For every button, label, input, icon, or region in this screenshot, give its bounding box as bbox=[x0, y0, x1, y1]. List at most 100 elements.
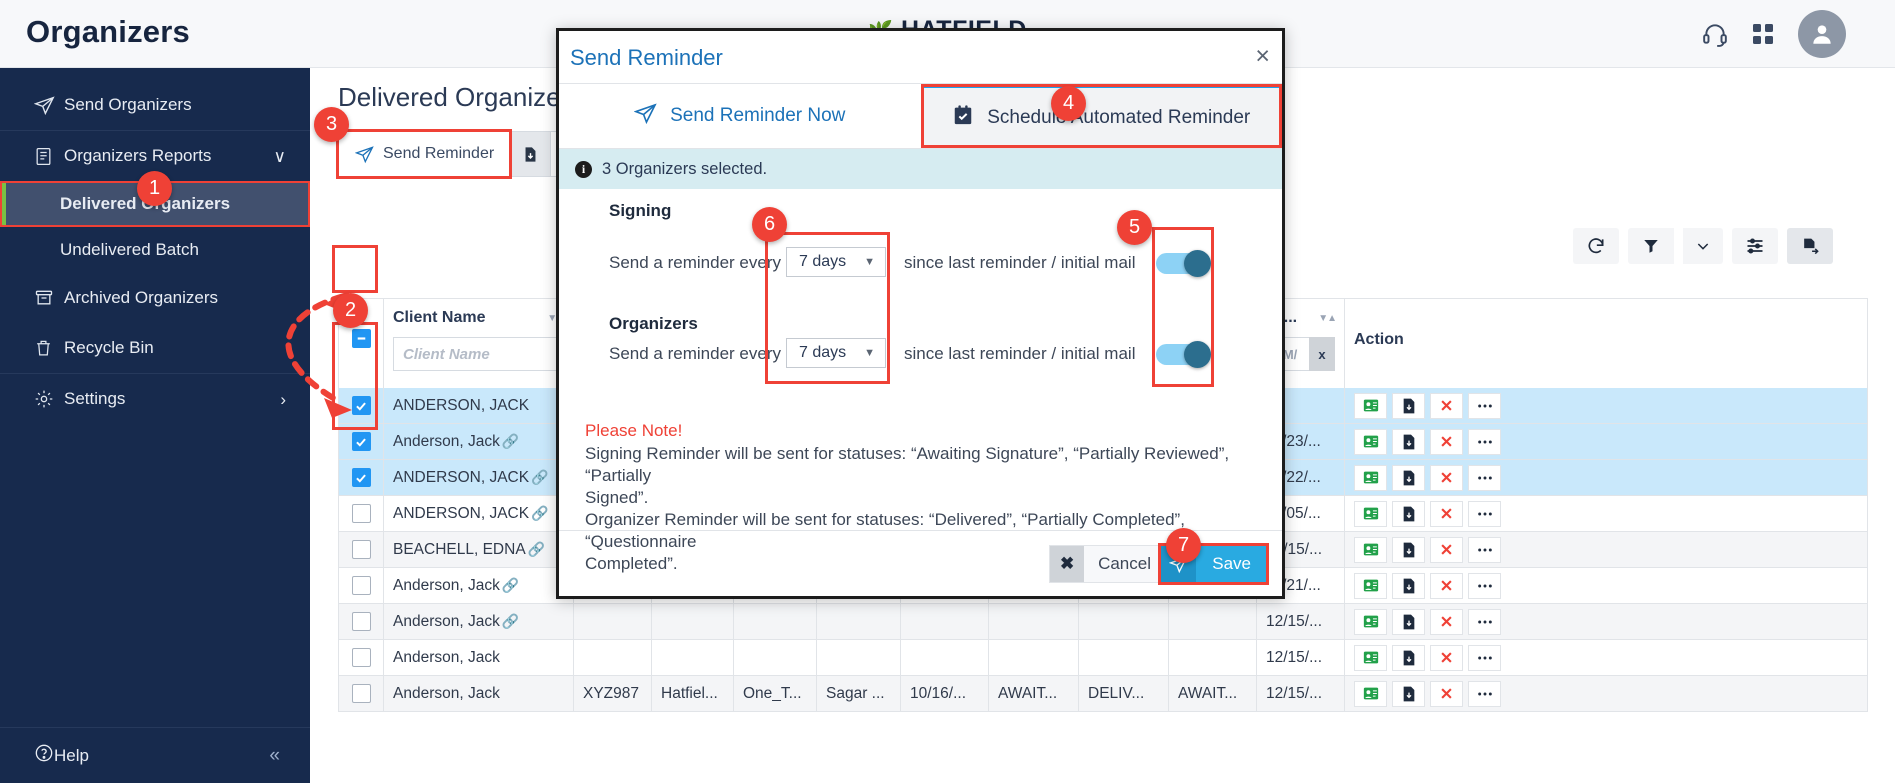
selection-info-text: 3 Organizers selected. bbox=[602, 159, 768, 178]
document-download-icon[interactable] bbox=[1392, 536, 1425, 563]
more-ellipsis-icon[interactable] bbox=[1468, 680, 1501, 707]
delete-x-icon[interactable] bbox=[1430, 572, 1463, 599]
link-icon[interactable]: 🔗 bbox=[502, 613, 519, 630]
data-cell: XYZ987 bbox=[574, 676, 652, 711]
filter-icon[interactable] bbox=[1628, 228, 1674, 264]
headset-icon[interactable] bbox=[1695, 14, 1735, 54]
delete-x-icon[interactable] bbox=[1430, 428, 1463, 455]
sort-arrows-icon[interactable]: ▼▲ bbox=[1318, 313, 1337, 324]
more-ellipsis-icon[interactable] bbox=[1468, 572, 1501, 599]
chevron-down-icon[interactable]: ∨ bbox=[274, 147, 286, 167]
document-download-icon[interactable] bbox=[1392, 680, 1425, 707]
delete-x-icon[interactable] bbox=[1430, 392, 1463, 419]
sidebar-item-send-organizers[interactable]: Send Organizers bbox=[0, 80, 310, 130]
data-cell bbox=[734, 604, 817, 639]
link-icon[interactable]: 🔗 bbox=[531, 469, 548, 486]
tab-schedule-automated-reminder[interactable]: Schedule Automated Reminder bbox=[920, 84, 1282, 148]
user-avatar-icon[interactable] bbox=[1798, 10, 1846, 58]
more-ellipsis-icon[interactable] bbox=[1468, 428, 1501, 455]
delete-x-icon[interactable] bbox=[1430, 644, 1463, 671]
signing-suffix-label: since last reminder / initial mail bbox=[904, 253, 1136, 272]
export-icon[interactable] bbox=[1787, 228, 1833, 264]
row-checkbox[interactable] bbox=[351, 612, 371, 631]
delete-x-icon[interactable] bbox=[1430, 536, 1463, 563]
document-download-icon[interactable] bbox=[1392, 428, 1425, 455]
annotation-5: 5 bbox=[1117, 210, 1152, 245]
row-select-cell bbox=[339, 568, 384, 603]
tab-send-reminder-now[interactable]: Send Reminder Now bbox=[559, 84, 921, 148]
download-button[interactable] bbox=[510, 131, 551, 177]
sidebar-item-undelivered-batch[interactable]: Undelivered Batch bbox=[0, 227, 310, 273]
apps-grid-icon[interactable] bbox=[1743, 14, 1783, 54]
delete-x-icon[interactable] bbox=[1430, 464, 1463, 491]
contact-card-icon[interactable] bbox=[1354, 500, 1387, 527]
signing-interval-select[interactable]: 7 days ▼ bbox=[786, 247, 886, 277]
client-name-cell: BEACHELL, EDNA 🔗 bbox=[384, 532, 574, 567]
table-row[interactable]: Anderson, Jack XYZ987 Hatfiel... One_T... Sa… bbox=[338, 676, 1868, 712]
send-reminder-modal: Send Reminder × Send Reminder Now Schedu… bbox=[556, 28, 1285, 599]
link-icon[interactable]: 🔗 bbox=[531, 505, 548, 522]
refresh-icon[interactable] bbox=[1573, 228, 1619, 264]
delete-x-icon[interactable] bbox=[1430, 500, 1463, 527]
row-checkbox[interactable] bbox=[351, 468, 371, 487]
row-checkbox[interactable] bbox=[351, 576, 371, 595]
delete-x-icon[interactable] bbox=[1430, 680, 1463, 707]
document-download-icon[interactable] bbox=[1392, 644, 1425, 671]
row-checkbox[interactable] bbox=[351, 432, 371, 451]
row-checkbox[interactable] bbox=[351, 684, 371, 703]
organizers-suffix-label: since last reminder / initial mail bbox=[904, 344, 1136, 363]
more-ellipsis-icon[interactable] bbox=[1468, 536, 1501, 563]
data-cell bbox=[1169, 604, 1257, 639]
contact-card-icon[interactable] bbox=[1354, 464, 1387, 491]
document-download-icon[interactable] bbox=[1392, 464, 1425, 491]
close-icon[interactable]: × bbox=[1255, 42, 1270, 71]
row-checkbox[interactable] bbox=[351, 504, 371, 523]
more-ellipsis-icon[interactable] bbox=[1468, 500, 1501, 527]
row-select-cell bbox=[339, 496, 384, 531]
action-cell bbox=[1345, 388, 1515, 423]
more-ellipsis-icon[interactable] bbox=[1468, 608, 1501, 635]
sidebar-item-help[interactable]: Help « bbox=[0, 727, 310, 783]
chevron-down-icon[interactable] bbox=[1683, 228, 1723, 264]
settings-sliders-icon[interactable] bbox=[1732, 228, 1778, 264]
signing-interval-value: 7 days bbox=[799, 253, 847, 270]
table-tools bbox=[1573, 228, 1833, 264]
data-cell bbox=[901, 604, 989, 639]
signing-toggle[interactable] bbox=[1156, 250, 1211, 277]
table-row[interactable]: Anderson, Jack 🔗 12/15/... bbox=[338, 604, 1868, 640]
contact-card-icon[interactable] bbox=[1354, 572, 1387, 599]
document-download-icon[interactable] bbox=[1392, 392, 1425, 419]
organizers-toggle[interactable] bbox=[1156, 341, 1211, 368]
client-name-text: Anderson, Jack bbox=[393, 684, 500, 702]
cancel-button[interactable]: ✖ Cancel bbox=[1049, 545, 1166, 583]
table-row[interactable]: Anderson, Jack 12/15/... bbox=[338, 640, 1868, 676]
more-ellipsis-icon[interactable] bbox=[1468, 464, 1501, 491]
action-cell bbox=[1345, 424, 1515, 459]
more-ellipsis-icon[interactable] bbox=[1468, 392, 1501, 419]
delete-x-icon[interactable] bbox=[1430, 608, 1463, 635]
document-download-icon[interactable] bbox=[1392, 572, 1425, 599]
contact-card-icon[interactable] bbox=[1354, 608, 1387, 635]
link-icon[interactable]: 🔗 bbox=[502, 577, 519, 594]
row-select-cell bbox=[339, 676, 384, 711]
link-icon[interactable]: 🔗 bbox=[528, 541, 545, 558]
document-download-icon[interactable] bbox=[1392, 608, 1425, 635]
contact-card-icon[interactable] bbox=[1354, 392, 1387, 419]
row-checkbox[interactable] bbox=[351, 540, 371, 559]
contact-card-icon[interactable] bbox=[1354, 536, 1387, 563]
client-name-filter-input[interactable]: Client Name bbox=[393, 337, 564, 371]
organizers-interval-select[interactable]: 7 days ▼ bbox=[786, 338, 886, 368]
client-name-text: Anderson, Jack bbox=[393, 432, 500, 450]
clear-date-filter-button[interactable]: x bbox=[1309, 337, 1335, 371]
contact-card-icon[interactable] bbox=[1354, 680, 1387, 707]
contact-card-icon[interactable] bbox=[1354, 644, 1387, 671]
collapse-sidebar-icon[interactable]: « bbox=[269, 745, 280, 767]
organizer-date-cell: 12/15/... bbox=[1257, 604, 1345, 639]
link-icon[interactable]: 🔗 bbox=[502, 433, 519, 450]
contact-card-icon[interactable] bbox=[1354, 428, 1387, 455]
sidebar-item-label: Send Organizers bbox=[64, 95, 192, 114]
row-checkbox[interactable] bbox=[351, 648, 371, 667]
send-reminder-button[interactable]: Send Reminder bbox=[335, 129, 513, 179]
more-ellipsis-icon[interactable] bbox=[1468, 644, 1501, 671]
document-download-icon[interactable] bbox=[1392, 500, 1425, 527]
